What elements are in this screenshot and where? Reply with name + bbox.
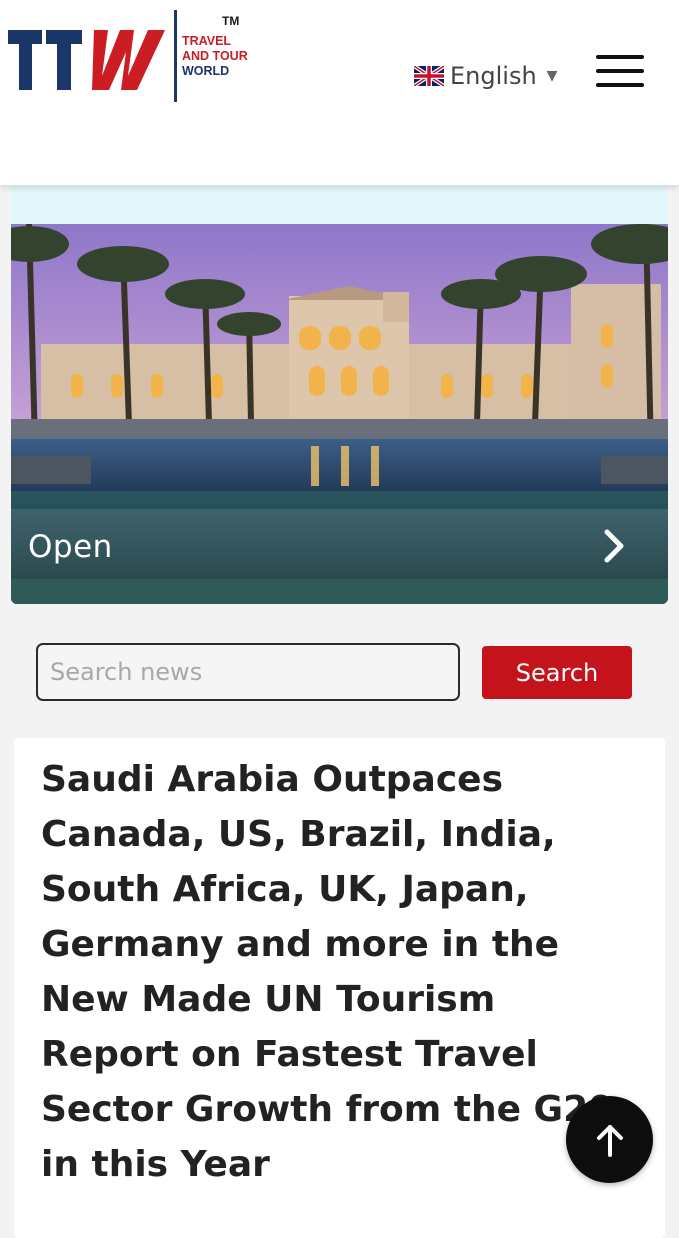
article-card: Saudi Arabia Outpaces Canada, US, Brazil… bbox=[14, 738, 665, 1238]
menu-bar bbox=[596, 55, 644, 59]
caret-down-icon: ▼ bbox=[546, 68, 558, 84]
back-to-top-button[interactable] bbox=[566, 1096, 653, 1183]
menu-bar bbox=[596, 69, 644, 73]
logo-line-1: TRAVEL bbox=[182, 34, 232, 48]
search-input[interactable] bbox=[36, 643, 460, 701]
site-header: TM TRAVEL AND TOUR WORLD English ▼ bbox=[0, 0, 679, 185]
hero-banner[interactable]: Open bbox=[11, 224, 668, 604]
search-button[interactable]: Search bbox=[482, 646, 632, 699]
chevron-right-icon[interactable] bbox=[599, 526, 629, 566]
ttw-logo-mark bbox=[8, 30, 165, 90]
site-logo[interactable]: TM TRAVEL AND TOUR WORLD bbox=[8, 10, 253, 102]
ad-strip bbox=[11, 185, 668, 225]
logo-divider bbox=[174, 10, 177, 102]
logo-line-3: WORLD bbox=[182, 64, 230, 78]
logo-line-2: AND TOUR bbox=[182, 49, 248, 63]
logo-wordmark: TRAVEL AND TOUR WORLD bbox=[182, 34, 248, 79]
logo-trademark: TM bbox=[222, 14, 240, 28]
arrow-up-icon bbox=[596, 1124, 623, 1157]
hero-open-label[interactable]: Open bbox=[28, 529, 113, 565]
language-selector[interactable]: English ▼ bbox=[414, 60, 557, 92]
uk-flag-icon bbox=[414, 66, 444, 86]
menu-bar bbox=[596, 83, 644, 87]
article-headline[interactable]: Saudi Arabia Outpaces Canada, US, Brazil… bbox=[41, 752, 641, 1192]
language-label: English bbox=[450, 62, 537, 90]
hamburger-menu-icon[interactable] bbox=[596, 55, 646, 89]
